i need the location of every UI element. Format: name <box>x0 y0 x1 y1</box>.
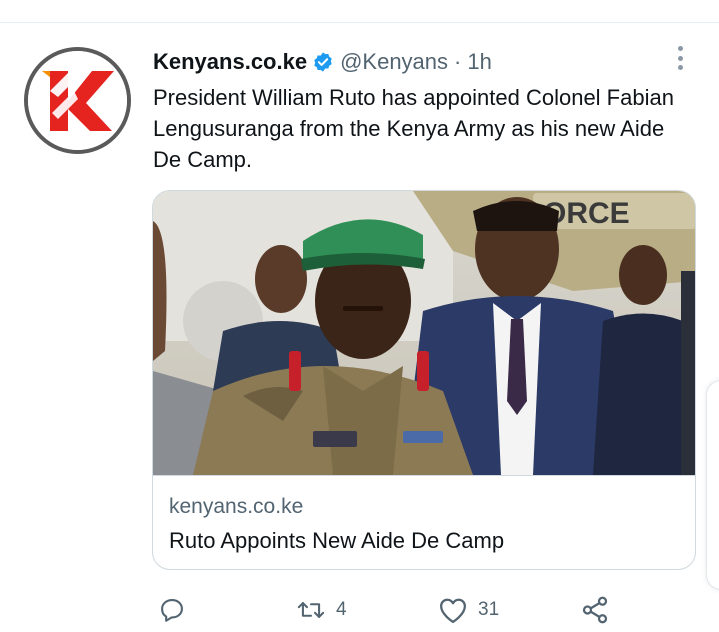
share-button[interactable] <box>580 592 620 628</box>
handle[interactable]: @Kenyans <box>340 49 448 75</box>
card-domain: kenyans.co.ke <box>169 495 304 518</box>
retweet-count: 4 <box>336 599 347 620</box>
card-image[interactable]: ORCE <box>153 191 695 475</box>
separator-dot: · <box>454 49 462 74</box>
retweet-icon <box>297 602 325 618</box>
share-icon <box>582 596 608 624</box>
retweet-button[interactable]: 4 <box>296 592 347 628</box>
display-name[interactable]: Kenyans.co.ke <box>153 49 307 75</box>
card-title: Ruto Appoints New Aide De Camp <box>169 528 505 553</box>
more-dot <box>677 65 683 70</box>
top-divider <box>0 22 719 23</box>
action-bar: 4 31 <box>152 592 632 628</box>
avatar[interactable] <box>24 47 131 154</box>
more-dot <box>677 46 683 51</box>
card-divider <box>153 475 695 476</box>
more-options-icon[interactable] <box>672 44 688 72</box>
like-button[interactable]: 31 <box>438 592 499 628</box>
more-dot <box>677 55 683 61</box>
tweet-text: President William Ruto has appointed Col… <box>153 85 674 172</box>
timestamp[interactable]: 1h <box>467 49 491 75</box>
reply-icon <box>161 599 183 622</box>
link-card[interactable]: ORCE kenyans.co.ke Ruto Appoints New Aid… <box>152 190 696 570</box>
like-count: 31 <box>478 599 500 620</box>
reply-button[interactable] <box>158 592 196 628</box>
tweet-header: Kenyans.co.ke @Kenyans · 1h <box>153 47 492 77</box>
edge-side-panel[interactable] <box>706 380 719 590</box>
kenyans-logo-icon <box>28 51 127 150</box>
verified-badge-icon <box>312 51 334 73</box>
heart-icon <box>440 598 466 623</box>
